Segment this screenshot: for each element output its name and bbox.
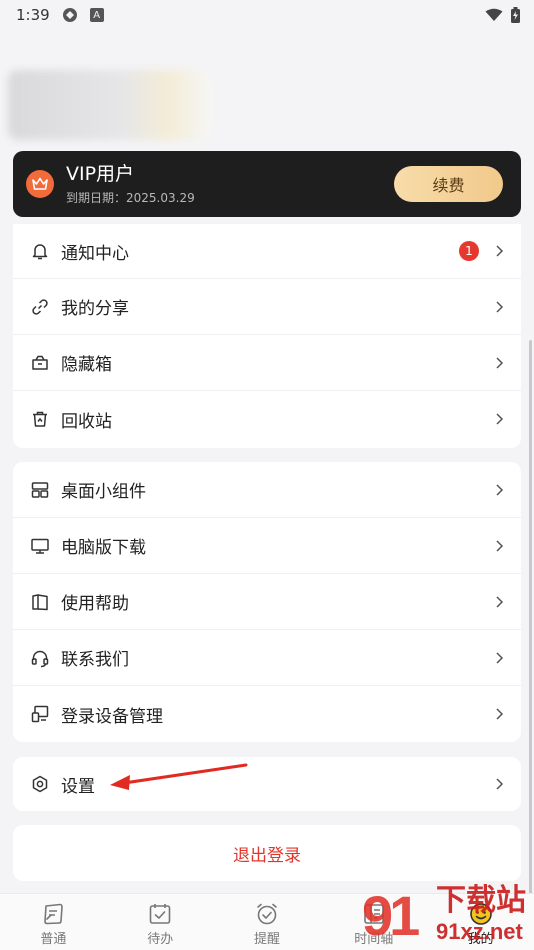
menu-item-label: 联系我们 bbox=[61, 650, 129, 670]
vip-info: VIP用户 到期日期：2025.03.29 bbox=[66, 162, 394, 206]
menu-item-label: 登录设备管理 bbox=[61, 706, 163, 727]
profile-icon bbox=[469, 903, 492, 925]
hidden-box-icon bbox=[29, 352, 51, 374]
tab-label: 时间轴 bbox=[354, 932, 394, 947]
notification-a-icon: A bbox=[89, 8, 104, 22]
tab-label: 待办 bbox=[147, 932, 174, 947]
menu-item-contact-us[interactable]: 联系我们 bbox=[13, 630, 521, 686]
scrollbar[interactable] bbox=[529, 340, 532, 900]
tab-label: 我的 bbox=[467, 932, 494, 947]
chevron-right-icon bbox=[496, 708, 504, 720]
chevron-right-icon bbox=[496, 356, 504, 369]
tab-todo[interactable]: 待办 bbox=[107, 894, 214, 950]
vip-expire-date: 到期日期：2025.03.29 bbox=[66, 191, 195, 205]
menu-item-label: 我的分享 bbox=[61, 299, 129, 319]
menu-item-label: 使用帮助 bbox=[61, 594, 129, 614]
battery-icon bbox=[511, 7, 520, 23]
chevron-right-icon bbox=[496, 778, 504, 790]
menu-item-label: 电脑版下载 bbox=[61, 538, 146, 558]
wifi-icon bbox=[485, 8, 503, 21]
vip-title: VIP用户 bbox=[66, 163, 135, 185]
chevron-right-icon bbox=[496, 595, 504, 608]
widget-grid-icon bbox=[29, 479, 51, 501]
menu-item-label: 隐藏箱 bbox=[61, 355, 112, 375]
bottom-tab-bar: 普通 待办 提醒 时间轴 我的 bbox=[0, 893, 534, 950]
menu-item-my-shares[interactable]: 我的分享 bbox=[13, 279, 521, 335]
menu-item-notification-center[interactable]: 通知中心 1 bbox=[13, 224, 521, 279]
devices-icon bbox=[29, 703, 51, 725]
tab-label: 普通 bbox=[40, 932, 67, 947]
calendar-check-icon bbox=[149, 904, 171, 924]
menu-group-2: 桌面小组件 电脑版下载 使用帮助 联系我们 登录设备管理 bbox=[13, 462, 521, 742]
tab-reminder[interactable]: 提醒 bbox=[214, 894, 321, 950]
menu-group-1: 通知中心 1 我的分享 隐藏箱 回收站 bbox=[13, 224, 521, 448]
alarm-check-icon bbox=[257, 903, 277, 925]
menu-item-device-management[interactable]: 登录设备管理 bbox=[13, 686, 521, 742]
monitor-icon bbox=[29, 535, 51, 557]
logout-button[interactable]: 退出登录 bbox=[13, 825, 521, 881]
chevron-right-icon bbox=[496, 413, 504, 425]
menu-item-label: 桌面小组件 bbox=[61, 482, 146, 502]
chevron-right-icon bbox=[496, 483, 504, 496]
link-icon bbox=[29, 296, 51, 318]
menu-item-desktop-widgets[interactable]: 桌面小组件 bbox=[13, 462, 521, 518]
vip-card[interactable]: VIP用户 到期日期：2025.03.29 续费 bbox=[13, 151, 521, 217]
profile-avatar-blurred[interactable] bbox=[8, 70, 213, 140]
menu-item-settings[interactable]: 设置 bbox=[13, 757, 521, 811]
chevron-right-icon bbox=[496, 539, 504, 552]
menu-group-3: 设置 bbox=[13, 757, 521, 811]
menu-item-label: 设置 bbox=[61, 776, 95, 797]
bell-icon bbox=[29, 240, 51, 262]
logout-card: 退出登录 bbox=[13, 825, 521, 881]
status-time: 1:39 bbox=[16, 6, 50, 24]
chevron-right-icon bbox=[496, 245, 504, 257]
tab-label: 提醒 bbox=[253, 932, 280, 947]
crown-icon bbox=[26, 170, 54, 198]
sync-icon bbox=[62, 8, 77, 22]
settings-hexagon-icon bbox=[29, 773, 51, 795]
menu-item-label: 通知中心 bbox=[61, 243, 129, 264]
book-icon bbox=[29, 591, 51, 613]
note-icon bbox=[44, 903, 64, 925]
chevron-right-icon bbox=[496, 651, 504, 664]
menu-item-label: 回收站 bbox=[61, 411, 112, 432]
status-bar: 1:39 A bbox=[0, 0, 534, 30]
notification-count-badge: 1 bbox=[459, 241, 479, 261]
headset-icon bbox=[29, 647, 51, 669]
menu-item-pc-download[interactable]: 电脑版下载 bbox=[13, 518, 521, 574]
menu-item-help[interactable]: 使用帮助 bbox=[13, 574, 521, 630]
chevron-right-icon bbox=[496, 300, 504, 313]
tab-mine[interactable]: 我的 bbox=[427, 894, 534, 950]
menu-item-hidden-box[interactable]: 隐藏箱 bbox=[13, 335, 521, 391]
menu-item-recycle-bin[interactable]: 回收站 bbox=[13, 391, 521, 447]
timeline-icon bbox=[363, 904, 384, 924]
renew-button[interactable]: 续费 bbox=[394, 166, 503, 202]
tab-normal[interactable]: 普通 bbox=[0, 894, 107, 950]
tab-timeline[interactable]: 时间轴 bbox=[320, 894, 427, 950]
trash-icon bbox=[29, 408, 51, 430]
